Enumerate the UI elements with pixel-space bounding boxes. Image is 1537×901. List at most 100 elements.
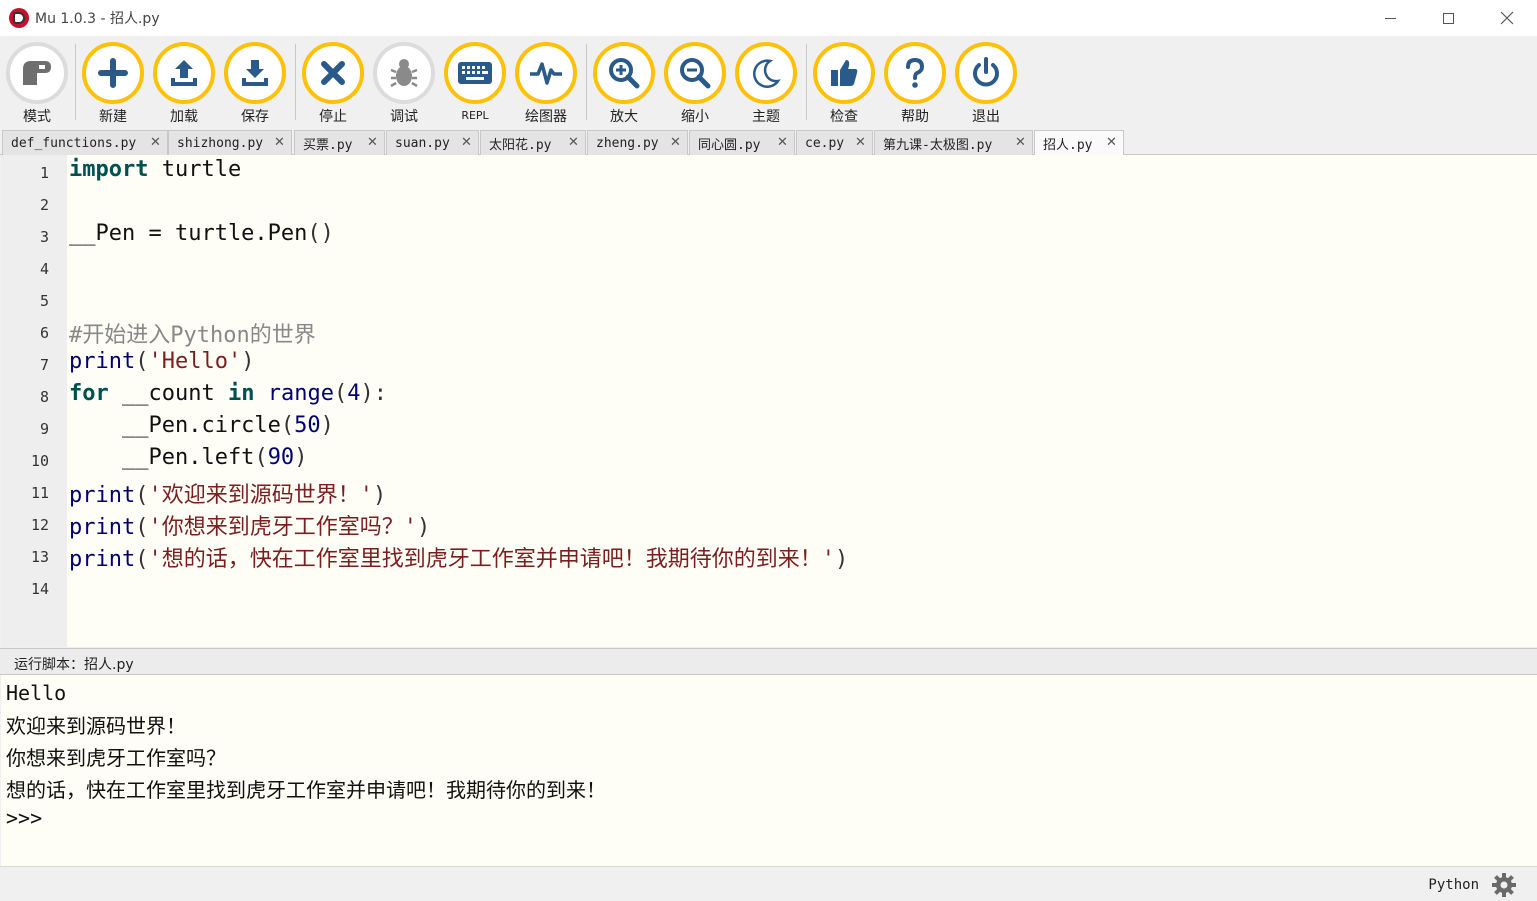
window-title: Mu 1.0.3 - 招人.py	[35, 11, 160, 27]
line-number-gutter: 1 2 3 4 5 6 7 8 9 10 11 12 13 14	[1, 155, 67, 647]
minimize-button[interactable]	[1361, 0, 1419, 36]
file-tab-bar: def_functions.py ✕ shizhong.py ✕ 买票.py ✕…	[0, 129, 1537, 156]
mu-logo-icon	[9, 8, 29, 28]
plus-icon	[98, 58, 128, 88]
plotter-button[interactable]: 绘图器	[512, 42, 578, 126]
line-number: 7	[39, 356, 49, 374]
plotter-icon	[530, 62, 562, 85]
tab-suan[interactable]: suan.py ✕	[386, 130, 479, 155]
minimize-icon	[1384, 17, 1396, 19]
tab-close-icon[interactable]: ✕	[566, 135, 581, 150]
toolbar-separator	[75, 44, 76, 120]
code-line-1: import turtle	[69, 157, 242, 182]
help-icon	[906, 57, 925, 88]
tab-close-icon[interactable]: ✕	[1013, 135, 1028, 150]
quit-button[interactable]: 退出	[952, 42, 1018, 126]
maximize-icon	[1442, 12, 1454, 24]
mu-editor-window: Mu 1.0.3 - 招人.py 模式 新建 加载 保存 停止 调试 REPL …	[0, 0, 1537, 901]
maximize-button[interactable]	[1419, 0, 1477, 36]
repl-button[interactable]: REPL	[441, 42, 507, 126]
code-line-10: __Pen.left(90)	[69, 445, 308, 470]
close-window-button[interactable]	[1478, 0, 1536, 36]
tab-maipiao[interactable]: 买票.py ✕	[294, 130, 385, 155]
line-number: 13	[30, 548, 49, 566]
code-line-13: print('想的话，快在工作室里找到虎牙工作室并申请吧！我期待你的到来！')	[69, 547, 849, 572]
tab-label: suan.py	[395, 135, 450, 151]
mode-label: 模式	[23, 109, 51, 125]
tab-close-icon[interactable]: ✕	[853, 135, 868, 150]
run-output-pane[interactable]: Hello 欢迎来到源码世界！ 你想来到虎牙工作室吗？ 想的话，快在工作室里找到…	[1, 675, 1537, 866]
zoom-out-icon	[680, 58, 711, 89]
zoom-out-button[interactable]: 缩小	[661, 42, 727, 126]
bug-icon	[390, 59, 418, 88]
tab-taiyanghua[interactable]: 太阳花.py ✕	[480, 130, 586, 155]
save-label: 保存	[241, 109, 269, 125]
toolbar-separator	[295, 44, 296, 120]
output-line: 欢迎来到源码世界！	[6, 714, 186, 738]
tab-close-icon[interactable]: ✕	[775, 135, 790, 150]
tab-ce[interactable]: ce.py ✕	[796, 130, 873, 155]
line-number: 6	[39, 324, 49, 342]
check-label: 检查	[830, 109, 858, 125]
zoom-in-label: 放大	[610, 109, 638, 125]
tab-close-icon[interactable]: ✕	[365, 135, 380, 150]
stop-icon	[321, 61, 345, 85]
tab-close-icon[interactable]: ✕	[668, 135, 683, 150]
mode-icon	[23, 61, 51, 85]
code-line-12: print('你想来到虎牙工作室吗？')	[69, 515, 431, 540]
tab-zhaoren[interactable]: 招人.py ✕	[1034, 130, 1124, 156]
line-number: 10	[30, 452, 49, 470]
stop-label: 停止	[319, 109, 347, 125]
tab-close-icon[interactable]: ✕	[459, 135, 474, 150]
tab-label: 太阳花.py	[489, 137, 552, 153]
quit-label: 退出	[972, 109, 1000, 125]
line-number: 1	[39, 164, 49, 182]
check-button[interactable]: 检查	[810, 42, 876, 126]
save-button[interactable]: 保存	[221, 42, 287, 126]
run-pane-header: 运行脚本：招人.py	[0, 648, 1537, 675]
tab-zheng[interactable]: zheng.py ✕	[587, 130, 688, 155]
toolbar-separator	[586, 44, 587, 120]
tab-shizhong[interactable]: shizhong.py ✕	[168, 130, 292, 155]
tab-taijitu[interactable]: 第九课-太极图.py ✕	[874, 130, 1033, 155]
tab-label: ce.py	[805, 135, 845, 151]
stop-button[interactable]: 停止	[299, 42, 365, 126]
new-button[interactable]: 新建	[79, 42, 145, 126]
line-number: 9	[39, 420, 49, 438]
load-button[interactable]: 加载	[150, 42, 216, 126]
code-line-8: for __count in range(4):	[69, 381, 387, 406]
tab-close-icon[interactable]: ✕	[1104, 135, 1119, 150]
repl-prompt[interactable]: >>>	[6, 806, 42, 830]
debug-button[interactable]: 调试	[370, 42, 436, 126]
line-number: 5	[39, 292, 49, 310]
code-line-7: print('Hello')	[69, 349, 255, 374]
tab-def-functions[interactable]: def_functions.py ✕	[2, 130, 168, 155]
tab-close-icon[interactable]: ✕	[272, 135, 287, 150]
line-number: 3	[39, 228, 49, 246]
line-number: 14	[30, 580, 49, 598]
tab-tongxinyuan[interactable]: 同心圆.py ✕	[689, 130, 795, 155]
theme-label: 主题	[752, 109, 780, 125]
mode-button[interactable]: 模式	[3, 42, 69, 126]
tab-label: shizhong.py	[177, 135, 264, 151]
line-number: 12	[30, 516, 49, 534]
toolbar: 模式 新建 加载 保存 停止 调试 REPL 绘图器 放大 缩小 主题 检查 帮…	[0, 36, 1537, 128]
code-line-9: __Pen.circle(50)	[69, 413, 334, 438]
output-line: 你想来到虎牙工作室吗？	[6, 746, 226, 770]
tab-label: 招人.py	[1043, 138, 1093, 153]
save-icon	[242, 60, 268, 86]
code-editor[interactable]: 1 2 3 4 5 6 7 8 9 10 11 12 13 14 import …	[1, 155, 1537, 647]
mode-indicator[interactable]: Python	[1428, 877, 1479, 893]
help-button[interactable]: 帮助	[881, 42, 947, 126]
zoom-in-button[interactable]: 放大	[590, 42, 656, 126]
gear-icon[interactable]	[1491, 872, 1517, 898]
keyboard-icon	[458, 62, 492, 84]
theme-button[interactable]: 主题	[732, 42, 798, 126]
new-label: 新建	[99, 109, 127, 125]
line-number: 8	[39, 388, 49, 406]
output-line: Hello	[6, 681, 67, 705]
line-number: 11	[30, 484, 49, 502]
tab-close-icon[interactable]: ✕	[148, 135, 163, 150]
output-line: 想的话，快在工作室里找到虎牙工作室并申请吧！我期待你的到来！	[6, 778, 606, 802]
code-line-11: print('欢迎来到源码世界！')	[69, 483, 387, 508]
